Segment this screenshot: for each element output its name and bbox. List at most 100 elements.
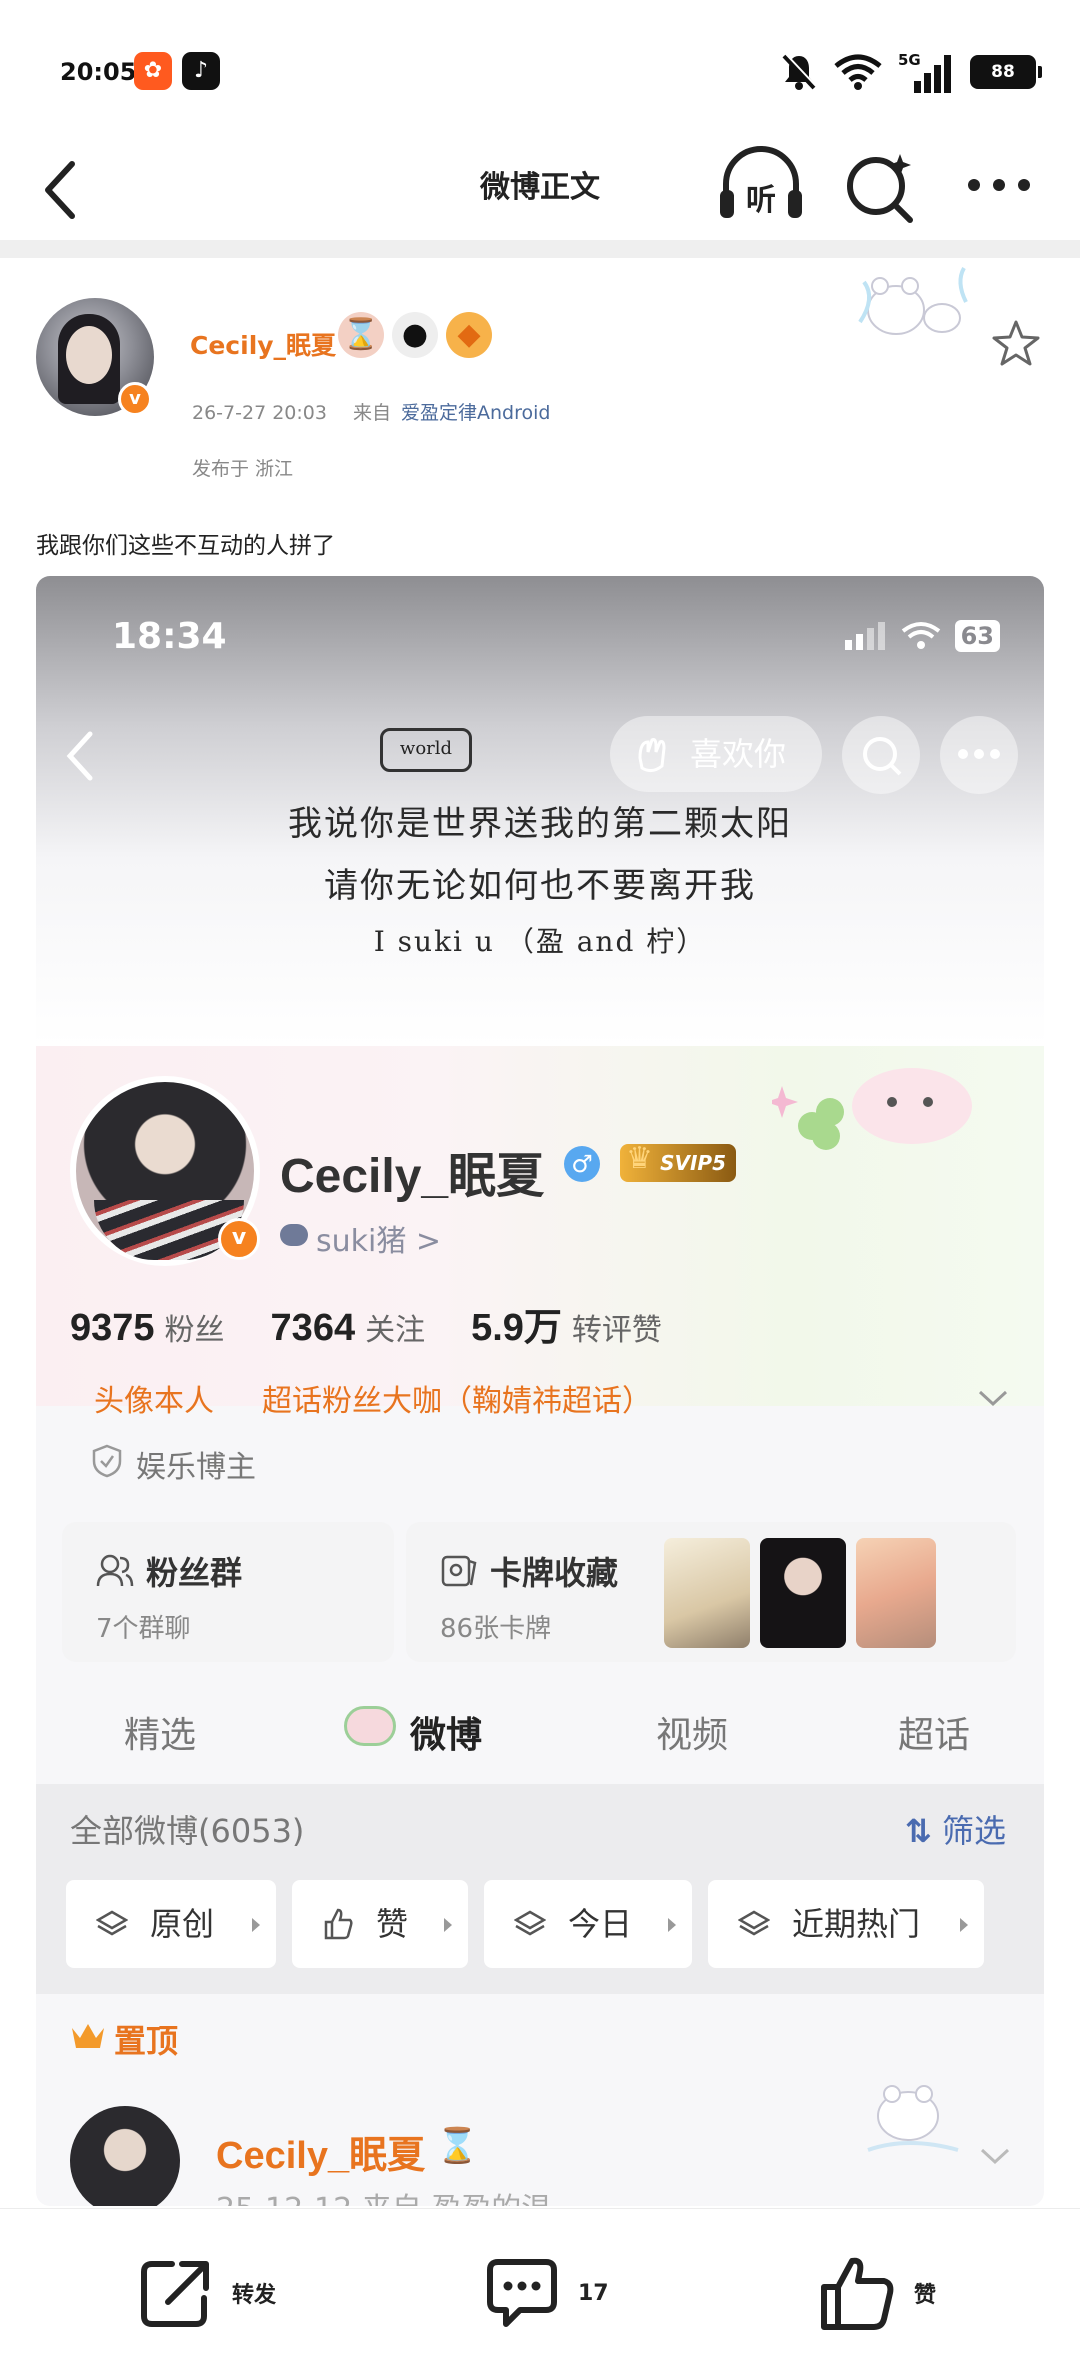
card-collection-icon	[441, 1555, 477, 1587]
like-button[interactable]: 赞	[818, 2253, 936, 2333]
author-name[interactable]: Cecily_眠夏	[190, 326, 336, 362]
chip-arrow-icon	[668, 1918, 676, 1932]
repost-icon	[141, 2261, 209, 2327]
image-wifi-icon	[901, 622, 940, 649]
tiktok-app-icon: ♪	[182, 52, 220, 90]
fans-label: 粉丝	[164, 1313, 225, 1348]
image-status-time: 18:34	[112, 616, 227, 657]
engagement-label: 转评赞	[571, 1313, 662, 1348]
nav-bar: 微博正文 听	[0, 140, 1080, 240]
image-tab: 超话	[898, 1715, 971, 1756]
status-bar: 20:05 ✿ ♪ 5G 88	[0, 0, 1080, 140]
author-avatar[interactable]: v	[36, 298, 154, 416]
filter-label: ⇅ 筛选	[905, 1806, 1006, 1852]
ai-search-icon[interactable]	[842, 140, 922, 230]
gender-male-icon: ♂	[564, 1146, 600, 1182]
filter-chip: 赞	[292, 1880, 468, 1968]
filter-chip: 近期热门	[708, 1880, 984, 1968]
listen-icon[interactable]: 听	[716, 140, 806, 230]
image-signal-icon	[844, 622, 885, 650]
image-back-icon	[66, 731, 93, 781]
bear-sticker-icon	[858, 267, 968, 335]
svip-badge: SVIP5	[620, 1140, 736, 1182]
image-tab: 视频	[656, 1715, 729, 1756]
card-thumb	[664, 1538, 750, 1648]
profile-category: 娱乐博主	[92, 1442, 256, 1486]
repost-label: 转发	[232, 2283, 277, 2308]
mute-icon	[782, 53, 817, 90]
post-timestamp: 26-7-27 20:03	[192, 402, 327, 424]
profile-verified-icon: v	[218, 1218, 260, 1260]
comment-button[interactable]: 17	[484, 2253, 609, 2333]
listen-label: 听	[746, 183, 776, 218]
chip-arrow-icon	[960, 1918, 968, 1932]
kuaishou-app-icon: ✿	[134, 52, 172, 90]
like-label: 赞	[914, 2283, 937, 2308]
thumb-up-icon	[324, 1908, 353, 1940]
cloud-sticker-icon	[344, 1706, 396, 1746]
chip-label: 近期热门	[792, 1905, 921, 1943]
filter-text: 筛选	[941, 1812, 1006, 1850]
image-tabs: 精选 微博 视频 超话	[36, 1696, 1044, 1776]
verified-badge-icon: v	[118, 382, 152, 416]
profile-avatar: v	[70, 1076, 260, 1266]
battery-icon: 88	[970, 55, 1042, 89]
hourglass-badge-icon: ⌛	[338, 312, 384, 358]
chip-label: 原创	[150, 1905, 215, 1943]
image-search-button	[842, 716, 920, 794]
profile-name: Cecily_眠夏	[280, 1150, 545, 1203]
more-icon[interactable]	[964, 160, 1034, 210]
post-source[interactable]: 爱盈定律Android	[401, 402, 550, 424]
status-right: 5G 88	[780, 50, 1042, 94]
group-icon	[96, 1554, 134, 1587]
handwriting-line-3: I suki u （盈 and 柠）	[373, 925, 707, 958]
image-hand-icon	[638, 738, 666, 773]
pinned-author-name: Cecily_眠夏	[216, 2135, 426, 2177]
favorite-star-icon[interactable]	[990, 318, 1042, 370]
profile-sub: suki猪 >	[316, 1224, 442, 1259]
engagement-count: 5.9万	[471, 1307, 562, 1349]
repost-button[interactable]: 转发	[138, 2253, 276, 2333]
bear-sticker-icon	[867, 2085, 959, 2152]
fans-group-card: 粉丝群 7个群聊	[62, 1522, 394, 1662]
hourglass-badge-icon: ⌛	[436, 2126, 479, 2166]
image-more-button	[940, 716, 1018, 794]
fans-count: 9375	[70, 1307, 155, 1349]
profile-stats: 9375 粉丝 7364 关注 5.9万 转评赞	[70, 1296, 708, 1352]
bottom-action-bar: 转发 17 赞	[0, 2208, 1080, 2372]
post-image[interactable]: 18:34 63 喜欢你 world 我说你是世界送我的第二颗太阳 请你无论如何…	[36, 576, 1044, 2206]
chevron-down-icon	[980, 2148, 1010, 2165]
image-battery: 63	[954, 620, 1000, 652]
feed-filter-area: 全部微博(6053) ⇅ 筛选 原创 赞 今日 近期热门	[36, 1784, 1044, 1994]
post-meta: 26-7-27 20:03 来自 爱盈定律Android	[192, 398, 550, 425]
image-like-label: 喜欢你	[690, 735, 787, 773]
chip-arrow-icon	[252, 1918, 260, 1932]
shield-icon	[92, 1444, 122, 1478]
all-weibo-count: 全部微博(6053)	[70, 1812, 305, 1850]
layers-icon	[96, 1910, 128, 1936]
layers-icon	[738, 1910, 770, 1936]
pinned-author-avatar	[70, 2106, 180, 2206]
chip-label: 今日	[568, 1905, 633, 1943]
card-collection-card: 卡牌收藏 86张卡牌	[406, 1522, 1016, 1662]
cloud-icon	[280, 1224, 308, 1246]
filter-chip: 今日	[484, 1880, 692, 1968]
card-collection-title: 卡牌收藏	[490, 1554, 619, 1592]
from-label: 来自	[352, 402, 391, 424]
chip-label: 赞	[376, 1905, 409, 1943]
chip-arrow-icon	[444, 1918, 452, 1932]
handwriting-bubble: world	[380, 728, 472, 772]
image-tab: 精选	[124, 1715, 197, 1756]
profile-tag: 头像本人	[94, 1384, 214, 1419]
status-time: 20:05	[60, 58, 137, 86]
fans-group-sub: 7个群聊	[96, 1614, 191, 1644]
fish-badge-icon: ◆	[446, 312, 492, 358]
profile-tags: 头像本人 超话粉丝大咖（鞠婧祎超话）	[94, 1376, 652, 1420]
pinned-meta: 25-12-12 来自 盈盈的温	[216, 2184, 551, 2206]
post-location: 发布于 浙江	[192, 458, 294, 480]
following-count: 7364	[270, 1307, 356, 1349]
chevron-down-icon	[978, 1390, 1008, 1407]
layers-icon	[514, 1910, 546, 1936]
profile-tag: 超话粉丝大咖（鞠婧祎超话）	[262, 1384, 652, 1419]
avatar-face	[66, 326, 112, 384]
